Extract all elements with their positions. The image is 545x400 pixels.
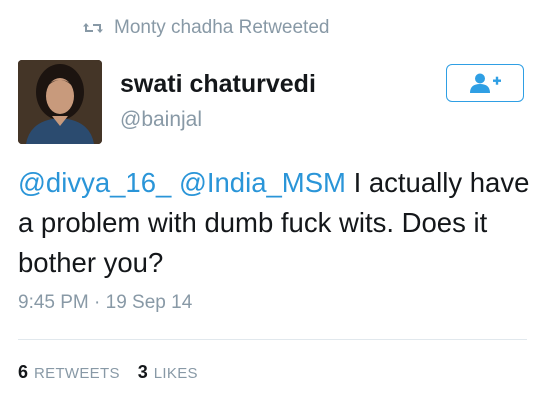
divider <box>18 339 527 340</box>
tweet-body-line1: I actually <box>353 167 463 198</box>
mention-link[interactable]: @India_MSM <box>179 167 346 198</box>
add-user-icon <box>470 73 501 93</box>
tweet-timestamp[interactable]: 9:45 PM · 19 Sep 14 <box>18 292 192 314</box>
retweeted-by-text: Monty chadha Retweeted <box>114 17 330 38</box>
retweets-count: 6 <box>18 362 29 382</box>
retweets-label: RETWEETS <box>34 365 120 382</box>
follow-button[interactable] <box>446 64 524 102</box>
author-handle[interactable]: @bainjal <box>120 108 202 132</box>
tweet-text: @divya_16_ @India_MSM I actually have a … <box>18 163 533 283</box>
avatar-photo <box>18 60 102 144</box>
likes-stat[interactable]: 3 LIKES <box>138 362 198 383</box>
likes-count: 3 <box>137 362 148 382</box>
retweets-stat[interactable]: 6 RETWEETS <box>18 362 120 383</box>
author-name[interactable]: swati chaturvedi <box>120 70 316 99</box>
mention-link[interactable]: @divya_16_ <box>18 167 171 198</box>
retweet-icon <box>83 23 103 33</box>
likes-label: LIKES <box>153 365 198 382</box>
avatar[interactable] <box>18 60 102 144</box>
retweet-context: Monty chadha Retweeted <box>82 15 329 41</box>
tweet-stats: 6 RETWEETS 3 LIKES <box>18 362 198 383</box>
